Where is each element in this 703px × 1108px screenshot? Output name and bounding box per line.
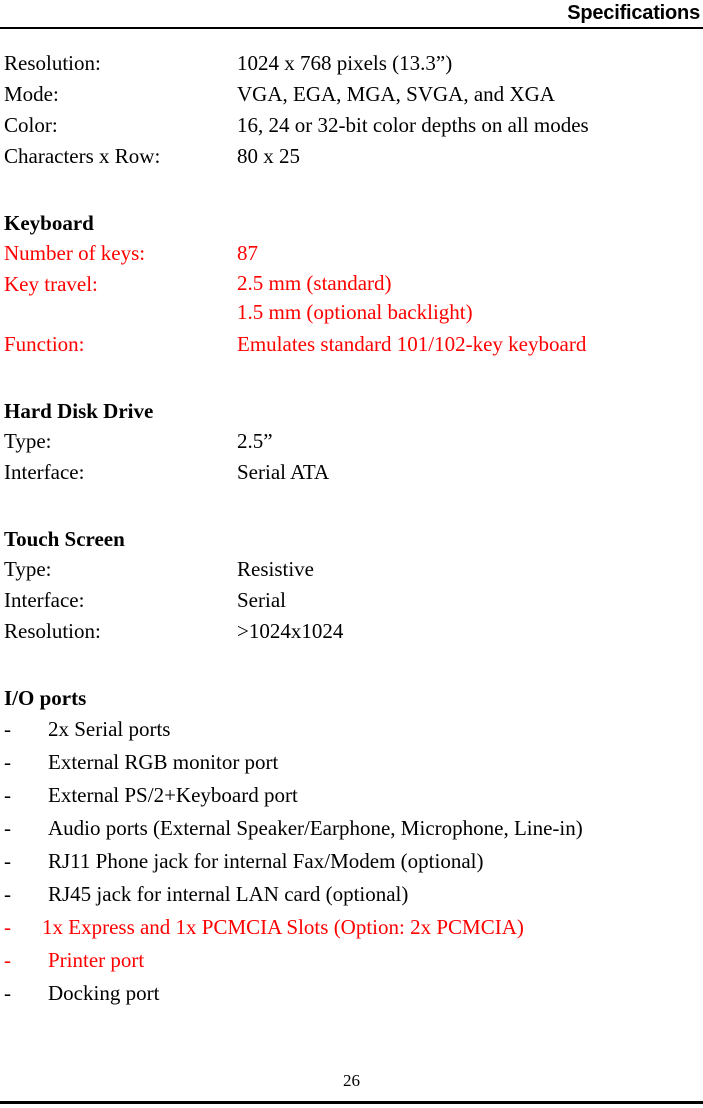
running-header-title: Specifications: [567, 2, 700, 24]
spec-value: 2.5 mm (standard) 1.5 mm (optional backli…: [237, 269, 700, 327]
io-port-list-item: - Audio ports (External Speaker/Earphone,…: [4, 812, 700, 845]
spec-label: Resolution:: [4, 51, 101, 75]
bullet-dash-icon: -: [4, 981, 11, 1005]
spec-row: Function: Emulates standard 101/102-key k…: [4, 329, 700, 360]
header-divider-rule: [0, 27, 703, 29]
section-heading-io-ports: I/O ports: [4, 686, 87, 710]
io-port-label: Audio ports (External Speaker/Earphone, …: [48, 816, 583, 840]
spec-label: Key travel:: [4, 272, 98, 296]
spec-row: Color: 16, 24 or 32-bit color depths on a…: [4, 110, 700, 141]
io-port-label: External RGB monitor port: [48, 750, 279, 774]
io-port-list-item: - 2x Serial ports: [4, 713, 700, 746]
bullet-dash-icon: -: [4, 948, 11, 972]
section-heading: Touch Screen: [4, 527, 125, 551]
spec-row: Resolution: >1024x1024: [4, 616, 700, 647]
bullet-dash-icon: -: [4, 882, 11, 906]
spec-row: Number of keys: 87: [4, 238, 700, 269]
io-port-list-item: - External PS/2+Keyboard port: [4, 779, 700, 812]
spec-value: 87: [237, 241, 258, 265]
spec-value: 2.5”: [237, 429, 273, 453]
spec-row: Type: Resistive: [4, 554, 700, 585]
io-port-label: Docking port: [48, 981, 160, 1005]
io-ports-list: - 2x Serial ports - External RGB monitor po…: [4, 713, 700, 1010]
spec-value: Serial: [237, 588, 286, 612]
spec-value: 16, 24 or 32-bit color depths on all mod…: [237, 113, 589, 137]
page-content: Resolution: 1024 x 768 pixels (13.3”) Mode…: [4, 48, 700, 1010]
spec-row: Characters x Row: 80 x 25: [4, 141, 700, 172]
io-port-label: RJ45 jack for internal LAN card (optiona…: [48, 882, 409, 906]
io-port-label: 2x Serial ports: [48, 717, 171, 741]
bullet-dash-icon: -: [4, 849, 11, 873]
io-port-list-item: - External RGB monitor port: [4, 746, 700, 779]
io-port-label: Printer port: [48, 948, 145, 972]
io-port-list-item: - 1x Express and 1x PCMCIA Slots (Option:…: [4, 911, 700, 944]
spec-label: Type:: [4, 429, 52, 453]
io-port-list-item: - Printer port: [4, 944, 700, 977]
document-page: Specifications Resolution: 1024 x 768 pix…: [0, 0, 703, 1108]
display-spec-table: Resolution: 1024 x 768 pixels (13.3”) Mode…: [4, 48, 700, 172]
bullet-dash-icon: -: [4, 717, 11, 741]
spec-label: Characters x Row:: [4, 144, 161, 168]
section-heading: Keyboard: [4, 211, 94, 235]
spec-row: Type: 2.5”: [4, 426, 700, 457]
spec-label: Resolution:: [4, 619, 101, 643]
spec-value-line: 1.5 mm (optional backlight): [237, 300, 473, 324]
spec-row: Interface: Serial: [4, 585, 700, 616]
spec-value: Resistive: [237, 557, 314, 581]
io-port-list-item: - RJ11 Phone jack for internal Fax/Modem …: [4, 845, 700, 878]
spec-label: Interface:: [4, 588, 85, 612]
spec-value: Emulates standard 101/102-key keyboard: [237, 332, 587, 356]
spec-value: >1024x1024: [237, 619, 344, 643]
io-port-label: 1x Express and 1x PCMCIA Slots (Option: …: [42, 915, 524, 939]
bullet-dash-icon: -: [4, 816, 11, 840]
spec-row: Resolution: 1024 x 768 pixels (13.3”): [4, 48, 700, 79]
section-heading: Hard Disk Drive: [4, 399, 154, 423]
spec-value: Serial ATA: [237, 460, 330, 484]
spec-label: Mode:: [4, 82, 59, 106]
spec-row: Interface: Serial ATA: [4, 457, 700, 488]
io-port-list-item: - RJ45 jack for internal LAN card (option…: [4, 878, 700, 911]
spec-label: Number of keys:: [4, 241, 146, 265]
spec-value-line: 2.5 mm (standard): [237, 271, 392, 295]
footer-divider-rule: [0, 1101, 703, 1104]
io-port-list-item: - Docking port: [4, 977, 700, 1010]
spec-label: Color:: [4, 113, 58, 137]
spec-sections: Keyboard Number of keys: 87 Key travel: 2.5 …: [4, 172, 700, 647]
bullet-dash-icon: -: [4, 915, 11, 939]
page-number: 26: [343, 1071, 360, 1090]
spec-row: Key travel: 2.5 mm (standard) 1.5 mm (opti…: [4, 269, 700, 329]
spec-row: Mode: VGA, EGA, MGA, SVGA, and XGA: [4, 79, 700, 110]
spec-value: VGA, EGA, MGA, SVGA, and XGA: [237, 82, 555, 106]
spec-label: Interface:: [4, 460, 85, 484]
bullet-dash-icon: -: [4, 783, 11, 807]
io-port-label: External PS/2+Keyboard port: [48, 783, 298, 807]
spec-value: 1024 x 768 pixels (13.3”): [237, 51, 453, 75]
spec-label: Type:: [4, 557, 52, 581]
spec-label: Function:: [4, 332, 85, 356]
bullet-dash-icon: -: [4, 750, 11, 774]
spec-value: 80 x 25: [237, 144, 300, 168]
io-port-label: RJ11 Phone jack for internal Fax/Modem (…: [48, 849, 484, 873]
